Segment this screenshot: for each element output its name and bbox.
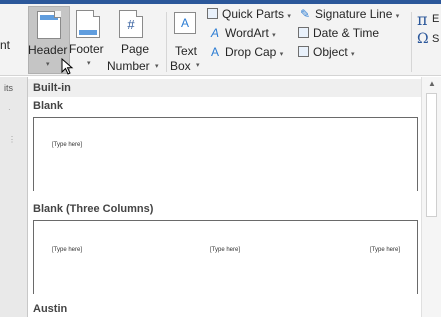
object-icon [298,46,309,57]
partial-label: its [4,83,13,93]
drop-cap-icon: A [210,45,219,59]
gallery-item-austin[interactable]: Austin [33,303,67,315]
text-box-label-1[interactable]: Text [175,44,197,58]
drop-cap-button[interactable]: A Drop Cap ▾ [208,45,283,59]
quick-parts-button[interactable]: Quick Parts ▾ [207,7,291,21]
gallery-item-label: Blank (Three Columns) [33,203,154,215]
signature-line-label: Signature Line [315,7,393,21]
header-icon [37,11,61,39]
header-label: Header [28,43,68,57]
gallery-section-title: Built-in [28,79,421,97]
ruler-mark: ⋮ [8,135,16,144]
object-button[interactable]: Object ▾ [298,45,355,59]
footer-dropdown-icon: ▾ [87,60,91,67]
footer-button[interactable]: Footer ▾ [69,6,108,74]
page-number-label-1: Page [121,42,150,56]
quick-parts-icon [207,8,218,19]
gallery-item-blank-three-columns[interactable]: [Type here] [Type here] [Type here] [33,220,418,294]
ruler-mark: · [8,105,11,114]
date-time-button[interactable]: Date & Time [298,26,379,40]
header-gallery: Built-in Blank [Type here] Blank (Three … [27,77,441,317]
gallery-scrollbar[interactable]: ▲ [421,77,441,317]
signature-line-button[interactable]: ✎ Signature Line ▾ [298,7,399,21]
text-box-label-2[interactable]: Box [170,59,191,73]
drop-cap-label: Drop Cap [225,45,277,59]
signature-line-icon: ✎ [299,7,311,21]
page-number-dropdown-icon: ▾ [155,63,159,70]
page-number-button[interactable]: # Page Number ▾ [106,6,164,74]
text-box-icon[interactable]: A [174,12,196,34]
wordart-button[interactable]: A WordArt ▾ [208,26,276,40]
footer-icon [76,10,100,38]
scrollbar-thumb[interactable] [426,93,437,217]
equation-icon[interactable]: π [417,10,428,29]
group-separator [166,12,167,72]
gallery-item-label: Blank [33,100,63,112]
header-dropdown-icon: ▾ [46,61,50,68]
calendar-icon [298,27,309,38]
wordart-label: WordArt [225,26,269,40]
equation-partial-label[interactable]: E [432,13,439,25]
symbol-partial-label[interactable]: S [432,33,439,45]
symbol-icon[interactable]: Ω [417,31,429,47]
wordart-dropdown-icon: ▾ [272,32,276,39]
signature-line-dropdown-icon: ▾ [395,13,400,20]
page-number-label-2: Number [107,59,150,73]
gallery-item-blank[interactable]: [Type here] [33,117,418,191]
placeholder-text: [Type here] [370,247,401,253]
mouse-pointer-icon [61,58,74,75]
object-label: Object [313,45,348,59]
quick-parts-dropdown-icon: ▾ [287,13,291,20]
page-number-icon: # [119,10,143,38]
placeholder-text: [Type here] [52,142,83,148]
placeholder-text: [Type here] [52,247,83,253]
partial-ribbon-label: nt [0,38,11,52]
text-box-dropdown-icon: ▾ [196,62,200,69]
placeholder-text: [Type here] [210,247,241,253]
document-edge: its · ⋮ [0,77,27,317]
group-separator [411,12,412,72]
scroll-up-icon[interactable]: ▲ [428,79,436,88]
quick-parts-label: Quick Parts [222,7,285,21]
footer-label: Footer [69,42,104,56]
object-dropdown-icon: ▾ [351,51,355,58]
date-time-label: Date & Time [313,26,380,40]
drop-cap-dropdown-icon: ▾ [279,51,284,58]
wordart-icon: A [210,26,219,40]
